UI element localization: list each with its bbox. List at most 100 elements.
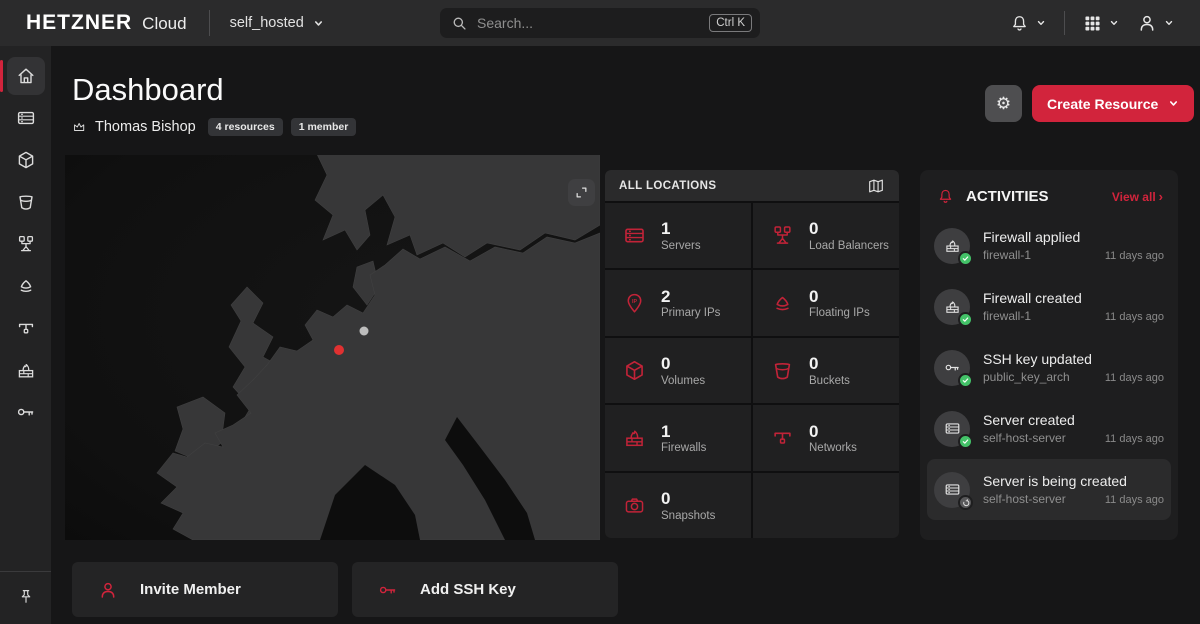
- page-title: Dashboard: [72, 72, 224, 108]
- sidebar-item-servers[interactable]: [7, 99, 45, 137]
- grid-icon: [1083, 14, 1102, 33]
- locations-map[interactable]: [65, 155, 600, 540]
- sidebar-item-networks[interactable]: [7, 309, 45, 347]
- account-menu[interactable]: [1137, 13, 1174, 33]
- sidebar-item-buckets[interactable]: [7, 183, 45, 221]
- activity-title: Server created: [983, 412, 1164, 428]
- stat-servers[interactable]: 1Servers: [605, 203, 751, 268]
- create-resource-button[interactable]: Create Resource: [1032, 85, 1194, 122]
- avatar: [934, 472, 970, 508]
- stat-floating-ips[interactable]: 0Floating IPs: [753, 270, 899, 335]
- activity-title: SSH key updated: [983, 351, 1164, 367]
- activity-title: Firewall created: [983, 290, 1164, 306]
- load-balancer-icon: [16, 234, 36, 254]
- sidebar-item-firewalls[interactable]: [7, 351, 45, 389]
- stat-label: Networks: [809, 442, 857, 454]
- firewall-icon: [944, 237, 961, 254]
- project-selector[interactable]: self_hosted: [230, 15, 324, 31]
- sidebar-pin-toggle[interactable]: [0, 571, 51, 624]
- activity-subtitle: firewall-1: [983, 309, 1105, 323]
- sidebar-item-ssh-keys[interactable]: [7, 393, 45, 431]
- search-input[interactable]: Search... Ctrl K: [440, 8, 760, 38]
- sidebar-item-load-balancers[interactable]: [7, 225, 45, 263]
- activity-time: 11 days ago: [1105, 494, 1164, 506]
- activity-status-badge: [958, 251, 973, 266]
- chevron-down-icon: [1109, 18, 1119, 28]
- activity-body: Server created self-host-server11 days a…: [983, 412, 1164, 445]
- stat-value: 0: [809, 422, 857, 442]
- activity-row[interactable]: Firewall applied firewall-111 days ago: [927, 215, 1171, 276]
- sidebar: [0, 46, 51, 624]
- primary-ip-icon: [623, 292, 646, 315]
- stat-label: Firewalls: [661, 442, 706, 454]
- apps-menu[interactable]: [1083, 14, 1119, 33]
- topbar-divider: [1064, 11, 1065, 35]
- activity-time: 11 days ago: [1105, 311, 1164, 323]
- map-expand-button[interactable]: [568, 179, 595, 206]
- activity-status-badge: [958, 495, 973, 510]
- settings-button[interactable]: ⚙: [985, 85, 1022, 122]
- activity-row[interactable]: SSH key updated public_key_arch11 days a…: [927, 337, 1171, 398]
- stat-snapshots[interactable]: 0Snapshots: [605, 473, 751, 538]
- activity-time: 11 days ago: [1105, 433, 1164, 445]
- activity-status-badge: [958, 312, 973, 327]
- notifications-menu[interactable]: [1010, 14, 1046, 33]
- stat-primary-ips[interactable]: 2Primary IPs: [605, 270, 751, 335]
- invite-member-button[interactable]: Invite Member: [72, 562, 338, 617]
- product-name: Cloud: [142, 14, 186, 34]
- activity-subtitle: firewall-1: [983, 248, 1105, 262]
- stat-label: Servers: [661, 240, 701, 252]
- key-icon: [378, 580, 398, 600]
- europe-map-silhouette: [65, 155, 600, 540]
- sidebar-item-floating-ips[interactable]: [7, 267, 45, 305]
- activities-title: ACTIVITIES: [966, 188, 1049, 205]
- brand-name: HETZNER: [26, 11, 132, 35]
- stat-label: Floating IPs: [809, 307, 870, 319]
- members-badge: 1 member: [291, 118, 357, 136]
- load-balancer-icon: [771, 224, 794, 247]
- activity-subtitle: public_key_arch: [983, 370, 1105, 384]
- add-ssh-key-button[interactable]: Add SSH Key: [352, 562, 618, 617]
- activity-row[interactable]: Server is being created self-host-server…: [927, 459, 1171, 520]
- top-bar: HETZNER Cloud self_hosted Search... Ctrl…: [0, 0, 1200, 46]
- avatar: [934, 411, 970, 447]
- sidebar-item-dashboard[interactable]: [7, 57, 45, 95]
- bell-icon: [937, 188, 954, 205]
- activity-subtitle: self-host-server: [983, 431, 1105, 445]
- stat-volumes[interactable]: 0Volumes: [605, 338, 751, 403]
- logo[interactable]: HETZNER Cloud: [26, 11, 187, 35]
- stat-label: Buckets: [809, 375, 850, 387]
- stat-value: 0: [661, 354, 705, 374]
- stat-networks[interactable]: 0Networks: [753, 405, 899, 470]
- view-all-label: View all: [1112, 190, 1156, 204]
- avatar: [934, 289, 970, 325]
- stat-load-balancers[interactable]: 0Load Balancers: [753, 203, 899, 268]
- snapshot-icon: [623, 494, 646, 517]
- stat-empty-cell: [753, 473, 899, 538]
- locations-panel: ALL LOCATIONS 1Servers 0Load Balancers 2…: [605, 170, 899, 538]
- topbar-actions: [1010, 11, 1200, 35]
- view-all-link[interactable]: View all ›: [1112, 189, 1163, 204]
- person-icon: [98, 580, 118, 600]
- owner-name: Thomas Bishop: [95, 119, 196, 135]
- activity-row[interactable]: Server created self-host-server11 days a…: [927, 398, 1171, 459]
- activity-status-badge: [958, 373, 973, 388]
- volume-icon: [16, 150, 36, 170]
- activity-body: Firewall created firewall-111 days ago: [983, 290, 1164, 323]
- map-icon[interactable]: [867, 177, 885, 195]
- server-icon: [944, 420, 961, 437]
- hetzner-cloud-dashboard: HETZNER Cloud self_hosted Search... Ctrl…: [0, 0, 1200, 624]
- activities-panel: ACTIVITIES View all › Firewall applied f…: [920, 170, 1178, 540]
- stat-buckets[interactable]: 0Buckets: [753, 338, 899, 403]
- stat-value: 0: [809, 354, 850, 374]
- map-marker[interactable]: [360, 326, 369, 335]
- add-ssh-key-label: Add SSH Key: [420, 581, 516, 598]
- stat-value: 0: [809, 287, 870, 307]
- map-marker[interactable]: [334, 345, 344, 355]
- avatar: [934, 350, 970, 386]
- sidebar-item-volumes[interactable]: [7, 141, 45, 179]
- stat-label: Volumes: [661, 375, 705, 387]
- stat-firewalls[interactable]: 1Firewalls: [605, 405, 751, 470]
- activity-row[interactable]: Firewall created firewall-111 days ago: [927, 276, 1171, 337]
- resources-badge: 4 resources: [208, 118, 283, 136]
